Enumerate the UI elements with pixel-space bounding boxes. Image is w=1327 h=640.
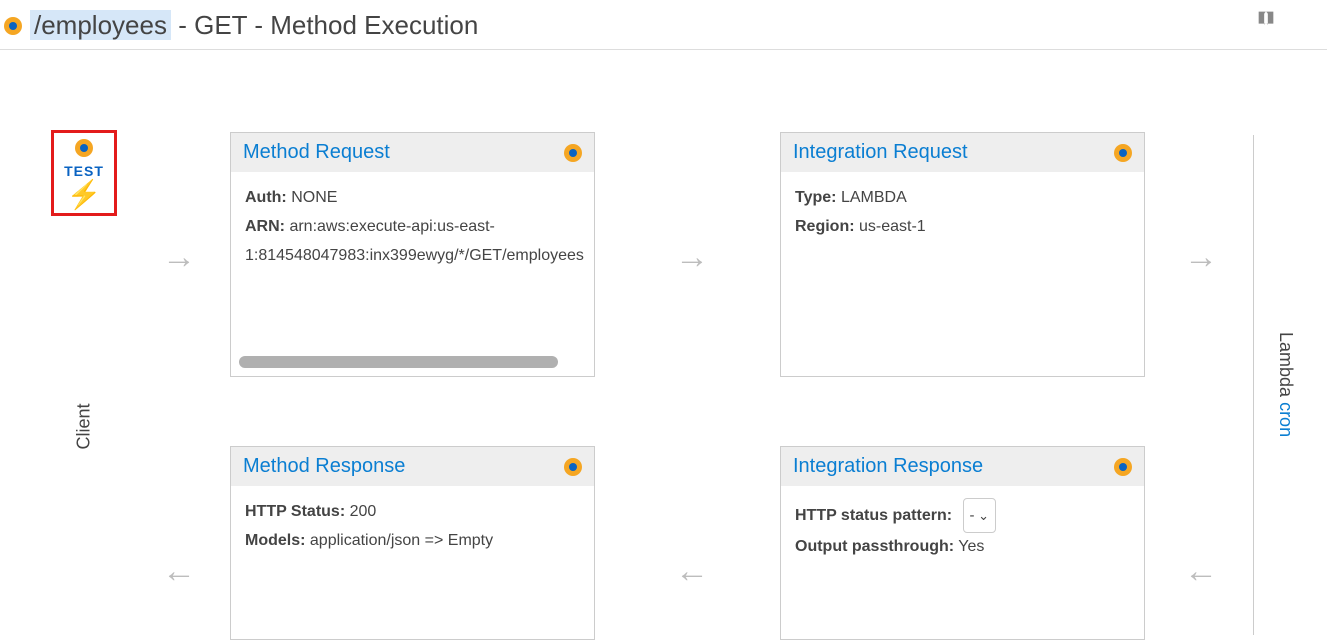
status-dot-icon <box>1114 458 1132 476</box>
page-header: /employees - GET - Method Execution <box>0 0 1327 50</box>
bolt-icon: ⚡ <box>67 181 102 209</box>
method-request-panel: Method Request Auth: NONE ARN: arn:aws:e… <box>230 132 595 377</box>
arrow-right-icon <box>1184 240 1218 274</box>
panel-title: Integration Response <box>793 455 983 478</box>
client-label: Client <box>74 403 95 449</box>
test-button[interactable]: TEST ⚡ <box>51 130 117 216</box>
panel-title: Method Response <box>243 455 405 478</box>
status-dot-icon <box>1114 144 1132 162</box>
integration-response-panel: Integration Response HTTP status pattern… <box>780 446 1145 640</box>
method-response-panel: Method Response HTTP Status: 200 Models:… <box>230 446 595 640</box>
panel-body: HTTP Status: 200 Models: application/jso… <box>231 486 594 568</box>
status-dot-icon <box>564 144 582 162</box>
arrow-right-icon <box>162 240 196 274</box>
status-pattern-select[interactable]: - <box>963 498 997 533</box>
status-dot-icon <box>75 139 93 157</box>
arrow-left-icon <box>162 554 196 588</box>
panel-body: Auth: NONE ARN: arn:aws:execute-api:us-e… <box>231 172 594 350</box>
integration-response-header[interactable]: Integration Response <box>781 447 1144 486</box>
method-response-header[interactable]: Method Response <box>231 447 594 486</box>
panel-body: HTTP status pattern: - Output passthroug… <box>781 486 1144 574</box>
client-column: TEST ⚡ Client <box>46 130 122 437</box>
method-request-header[interactable]: Method Request <box>231 133 594 172</box>
integration-request-panel: Integration Request Type: LAMBDA Region:… <box>780 132 1145 377</box>
docs-icon[interactable] <box>1255 8 1277 35</box>
panel-title: Method Request <box>243 141 390 164</box>
integration-request-header[interactable]: Integration Request <box>781 133 1144 172</box>
arrow-left-icon <box>1184 554 1218 588</box>
diagram-canvas: TEST ⚡ Client Method Request Auth: NONE … <box>0 50 1327 590</box>
arrow-right-icon <box>675 240 709 274</box>
arrow-left-icon <box>675 554 709 588</box>
page-subtitle: Method Execution <box>270 10 478 40</box>
page-title: /employees - GET - Method Execution <box>30 10 478 41</box>
http-method: GET <box>194 10 247 40</box>
resource-path: /employees <box>30 10 171 40</box>
status-dot-icon <box>564 458 582 476</box>
lambda-label: Lambda cron <box>1275 332 1296 437</box>
test-label: TEST <box>64 163 104 179</box>
panel-body: Type: LAMBDA Region: us-east-1 <box>781 172 1144 254</box>
panel-title: Integration Request <box>793 141 968 164</box>
scrollbar-thumb[interactable] <box>239 356 558 368</box>
status-dot-icon <box>4 17 22 35</box>
lambda-function-link[interactable]: cron <box>1276 403 1296 438</box>
lambda-column: Lambda cron <box>1253 135 1317 635</box>
